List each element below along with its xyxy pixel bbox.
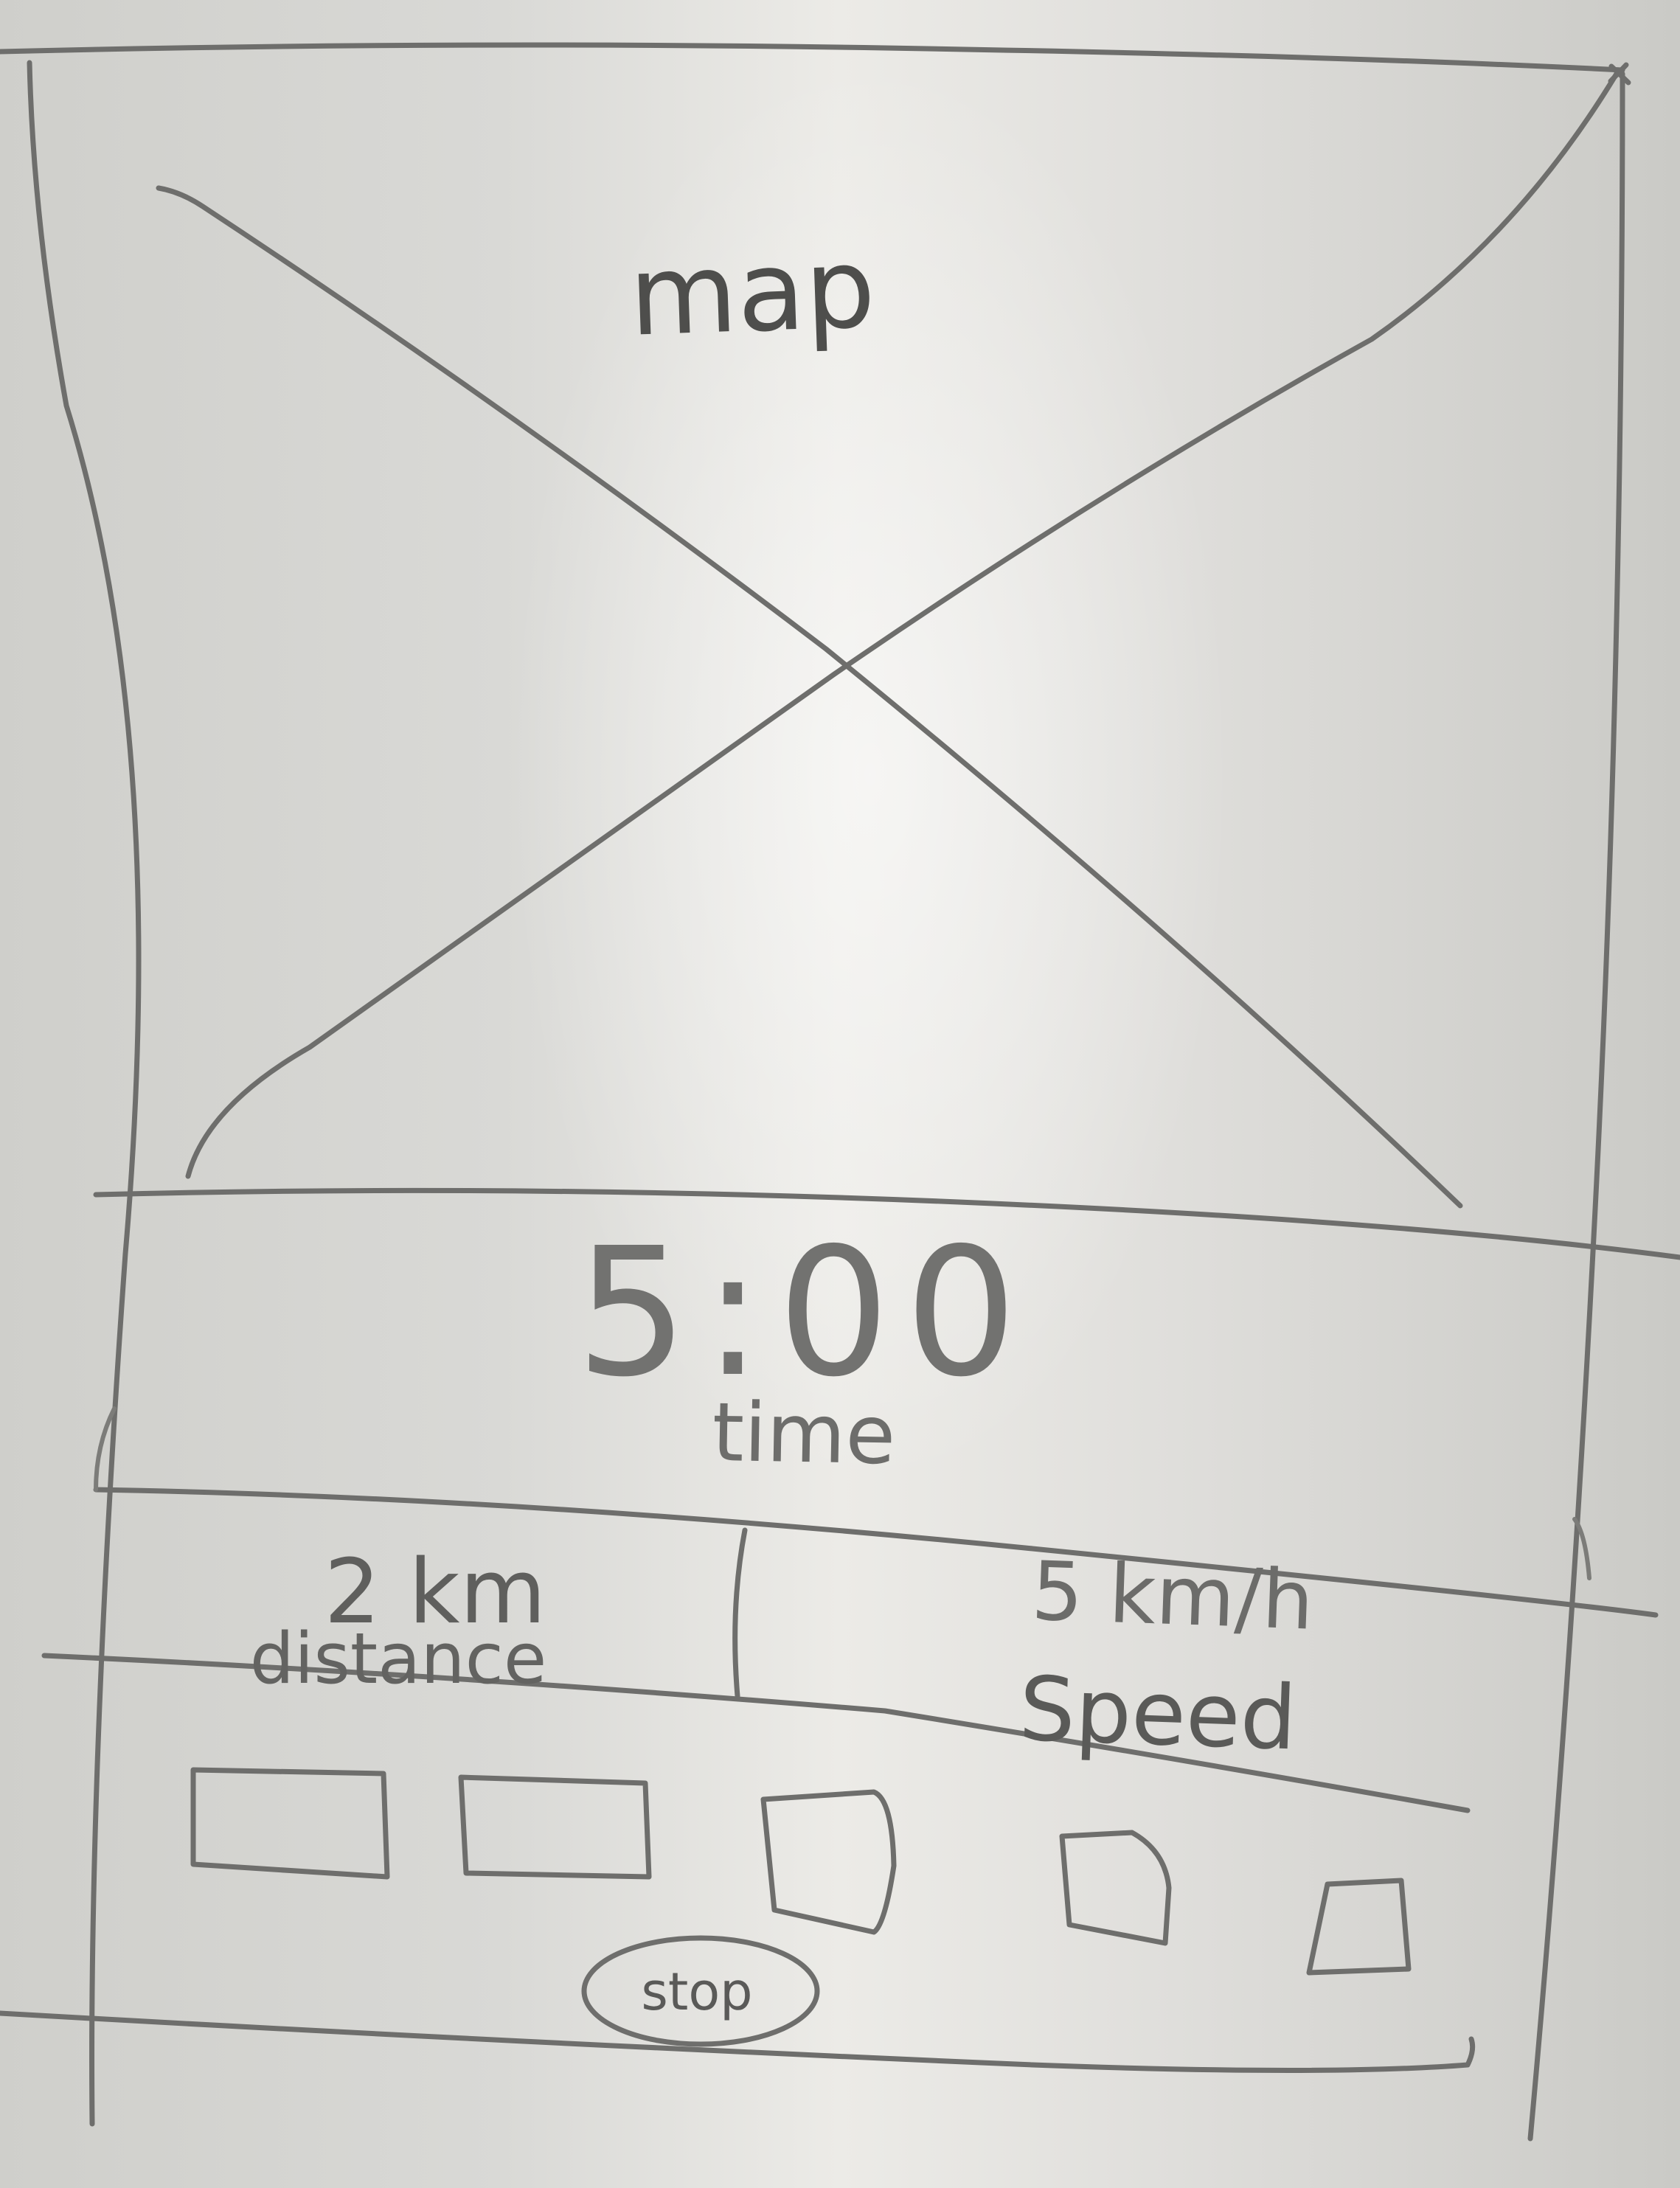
- timer-value: 5:00: [575, 1209, 1032, 1416]
- frame-top-line: [0, 42, 1625, 73]
- toolbar-button-1[interactable]: [193, 1770, 387, 1877]
- divider-stats-middle: [732, 1527, 748, 1699]
- toolbar-button-4[interactable]: [1062, 1833, 1169, 1943]
- map-label: map: [627, 224, 878, 361]
- toolbar-button-2[interactable]: [461, 1777, 649, 1877]
- timer-label: time: [711, 1384, 897, 1483]
- speed-value: 5 km/h: [1030, 1543, 1316, 1648]
- speed-label: Speed: [1017, 1658, 1299, 1771]
- frame-left-line: [27, 60, 142, 2127]
- toolbar-button-5[interactable]: [1309, 1880, 1409, 1973]
- distance-label: distance: [249, 1619, 547, 1700]
- toolbar-button-3[interactable]: [763, 1792, 894, 1932]
- stop-button-label: stop: [641, 1962, 753, 2022]
- frame-right-line: [1527, 71, 1625, 2142]
